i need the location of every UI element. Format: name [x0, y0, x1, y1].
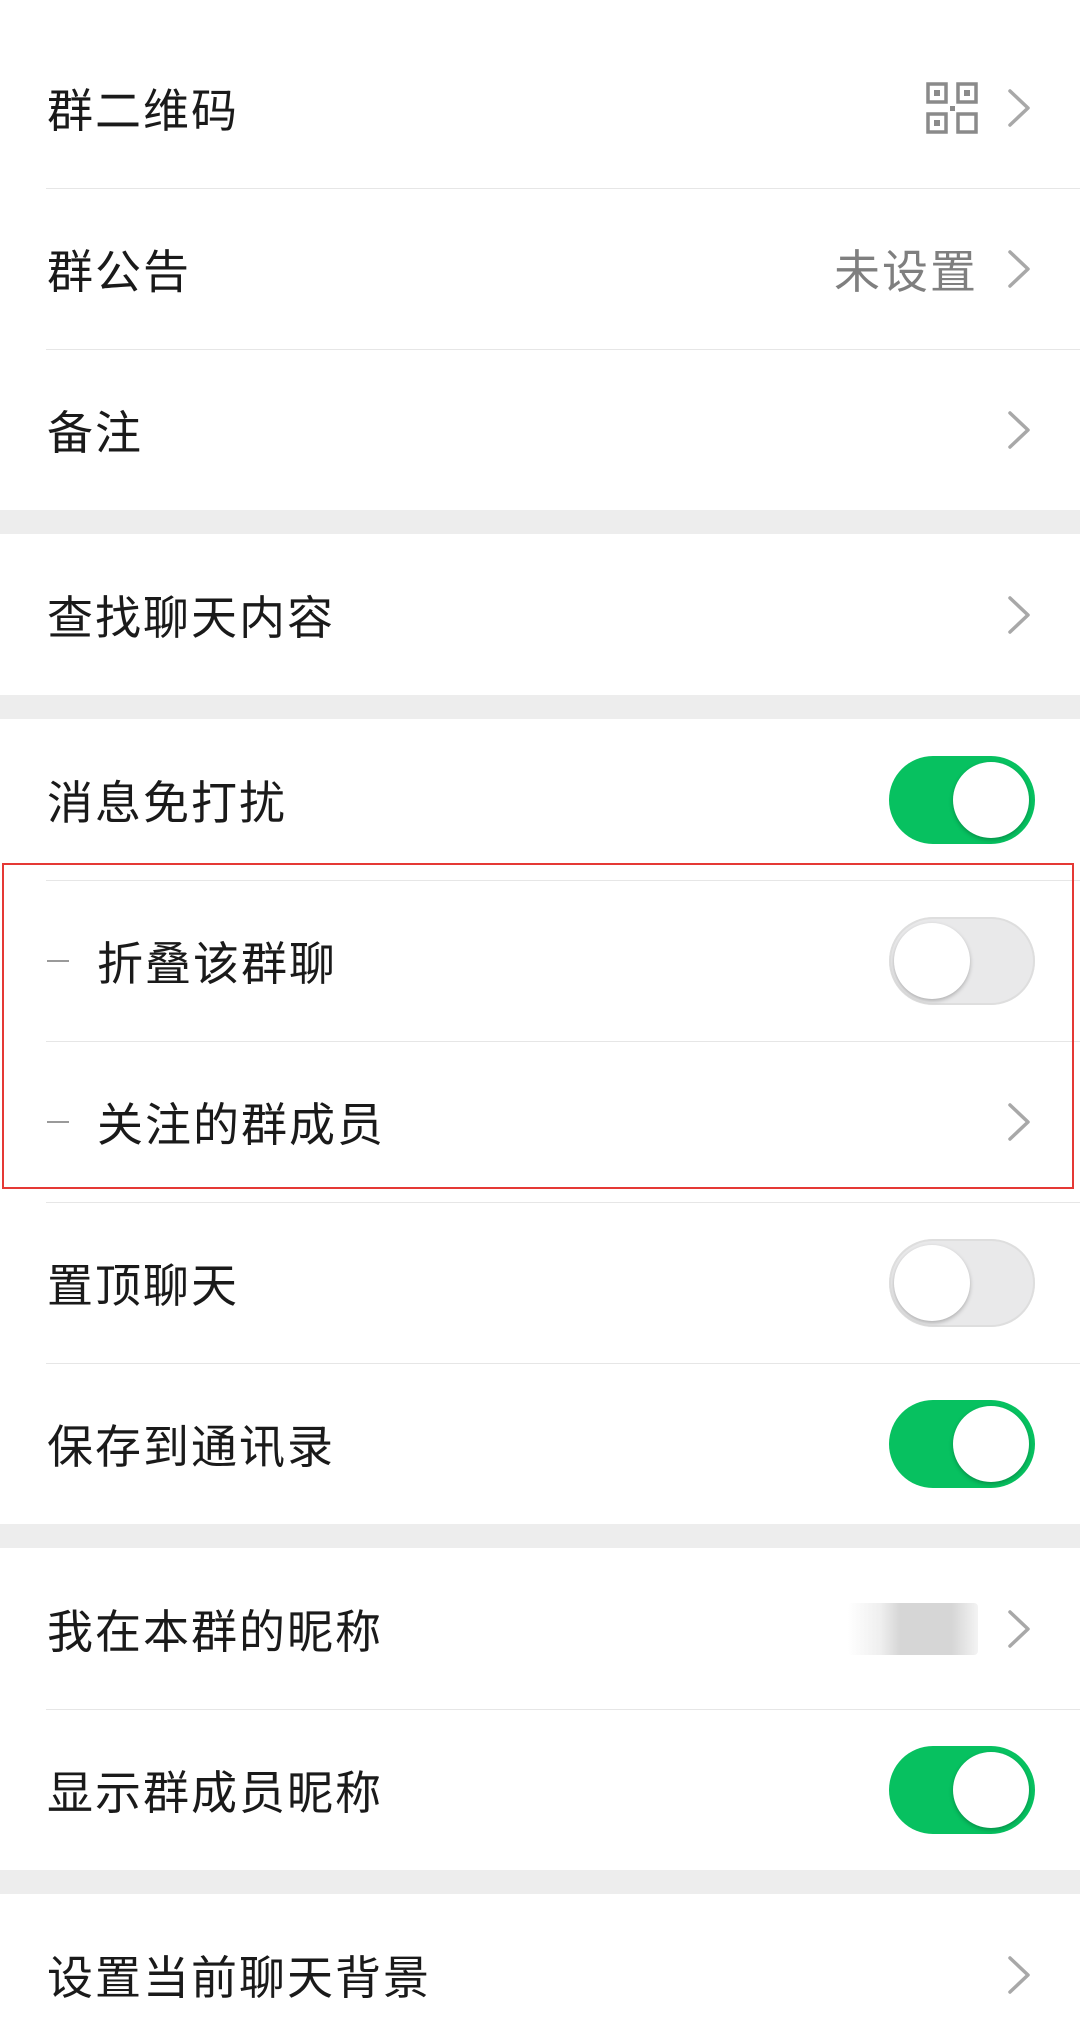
group-chat-settings: 群二维码 群公告 未设置 备注 查找聊天内容 消息免打扰 折叠该群聊 关注的群成…	[0, 0, 1080, 2029]
save-to-contacts-toggle[interactable]	[889, 1399, 1035, 1488]
top-edge	[0, 0, 1080, 27]
section-notifications: 消息免打扰 折叠该群聊 关注的群成员 置顶聊天 保存到通讯录	[0, 719, 1080, 1524]
chevron-right-icon	[1008, 88, 1030, 127]
section-divider	[0, 1524, 1080, 1548]
show-member-nicknames-toggle[interactable]	[889, 1745, 1035, 1834]
row-group-qr-code[interactable]: 群二维码	[0, 27, 1080, 188]
toggle-knob	[953, 1751, 1029, 1828]
pin-chat-label: 置顶聊天	[47, 1258, 239, 1313]
toggle-knob	[953, 761, 1029, 838]
group-announcement-value: 未设置	[834, 244, 978, 299]
row-set-chat-background[interactable]: 设置当前聊天背景	[0, 1894, 1080, 2029]
section-divider	[0, 695, 1080, 719]
qr-code-icon	[926, 81, 978, 134]
fold-group-chat-toggle[interactable]	[889, 916, 1035, 1005]
row-search-chat-content[interactable]: 查找聊天内容	[0, 534, 1080, 695]
pin-chat-toggle[interactable]	[889, 1238, 1035, 1327]
row-my-group-nickname[interactable]: 我在本群的昵称	[0, 1548, 1080, 1709]
row-show-member-nicknames: 显示群成员昵称	[0, 1709, 1080, 1870]
section-divider	[0, 1870, 1080, 1894]
my-group-nickname-label: 我在本群的昵称	[47, 1604, 383, 1659]
section-group-info: 群二维码 群公告 未设置 备注	[0, 27, 1080, 510]
redacted-nickname-value	[848, 1602, 978, 1655]
save-to-contacts-label: 保存到通讯录	[47, 1419, 335, 1474]
chevron-right-icon	[1008, 595, 1030, 634]
chevron-right-icon	[1008, 1955, 1030, 1994]
remark-label: 备注	[47, 405, 143, 460]
search-chat-content-label: 查找聊天内容	[47, 590, 335, 645]
mute-notifications-label: 消息免打扰	[47, 775, 287, 830]
row-mute-notifications: 消息免打扰	[0, 719, 1080, 880]
fold-group-chat-label: 折叠该群聊	[97, 936, 337, 991]
toggle-knob	[953, 1405, 1029, 1482]
show-member-nicknames-label: 显示群成员昵称	[47, 1765, 383, 1820]
section-search: 查找聊天内容	[0, 534, 1080, 695]
chevron-right-icon	[1008, 410, 1030, 449]
sub-item-dash-icon	[47, 1120, 69, 1123]
group-announcement-label: 群公告	[47, 244, 191, 299]
section-background: 设置当前聊天背景	[0, 1894, 1080, 2029]
row-save-to-contacts: 保存到通讯录	[0, 1363, 1080, 1524]
section-nickname: 我在本群的昵称 显示群成员昵称	[0, 1548, 1080, 1870]
row-pin-chat: 置顶聊天	[0, 1202, 1080, 1363]
toggle-knob	[894, 1244, 970, 1321]
row-group-announcement[interactable]: 群公告 未设置	[0, 188, 1080, 349]
section-divider	[0, 510, 1080, 534]
sub-item-dash-icon	[47, 959, 69, 962]
chevron-right-icon	[1008, 1609, 1030, 1648]
group-qr-code-label: 群二维码	[47, 83, 239, 138]
row-followed-members[interactable]: 关注的群成员	[0, 1041, 1080, 1202]
followed-members-label: 关注的群成员	[97, 1097, 385, 1152]
set-chat-background-label: 设置当前聊天背景	[47, 1950, 431, 2005]
toggle-knob	[894, 922, 970, 999]
chevron-right-icon	[1008, 1102, 1030, 1141]
row-fold-group-chat: 折叠该群聊	[0, 880, 1080, 1041]
mute-notifications-toggle[interactable]	[889, 755, 1035, 844]
chevron-right-icon	[1008, 249, 1030, 288]
row-remark[interactable]: 备注	[0, 349, 1080, 510]
